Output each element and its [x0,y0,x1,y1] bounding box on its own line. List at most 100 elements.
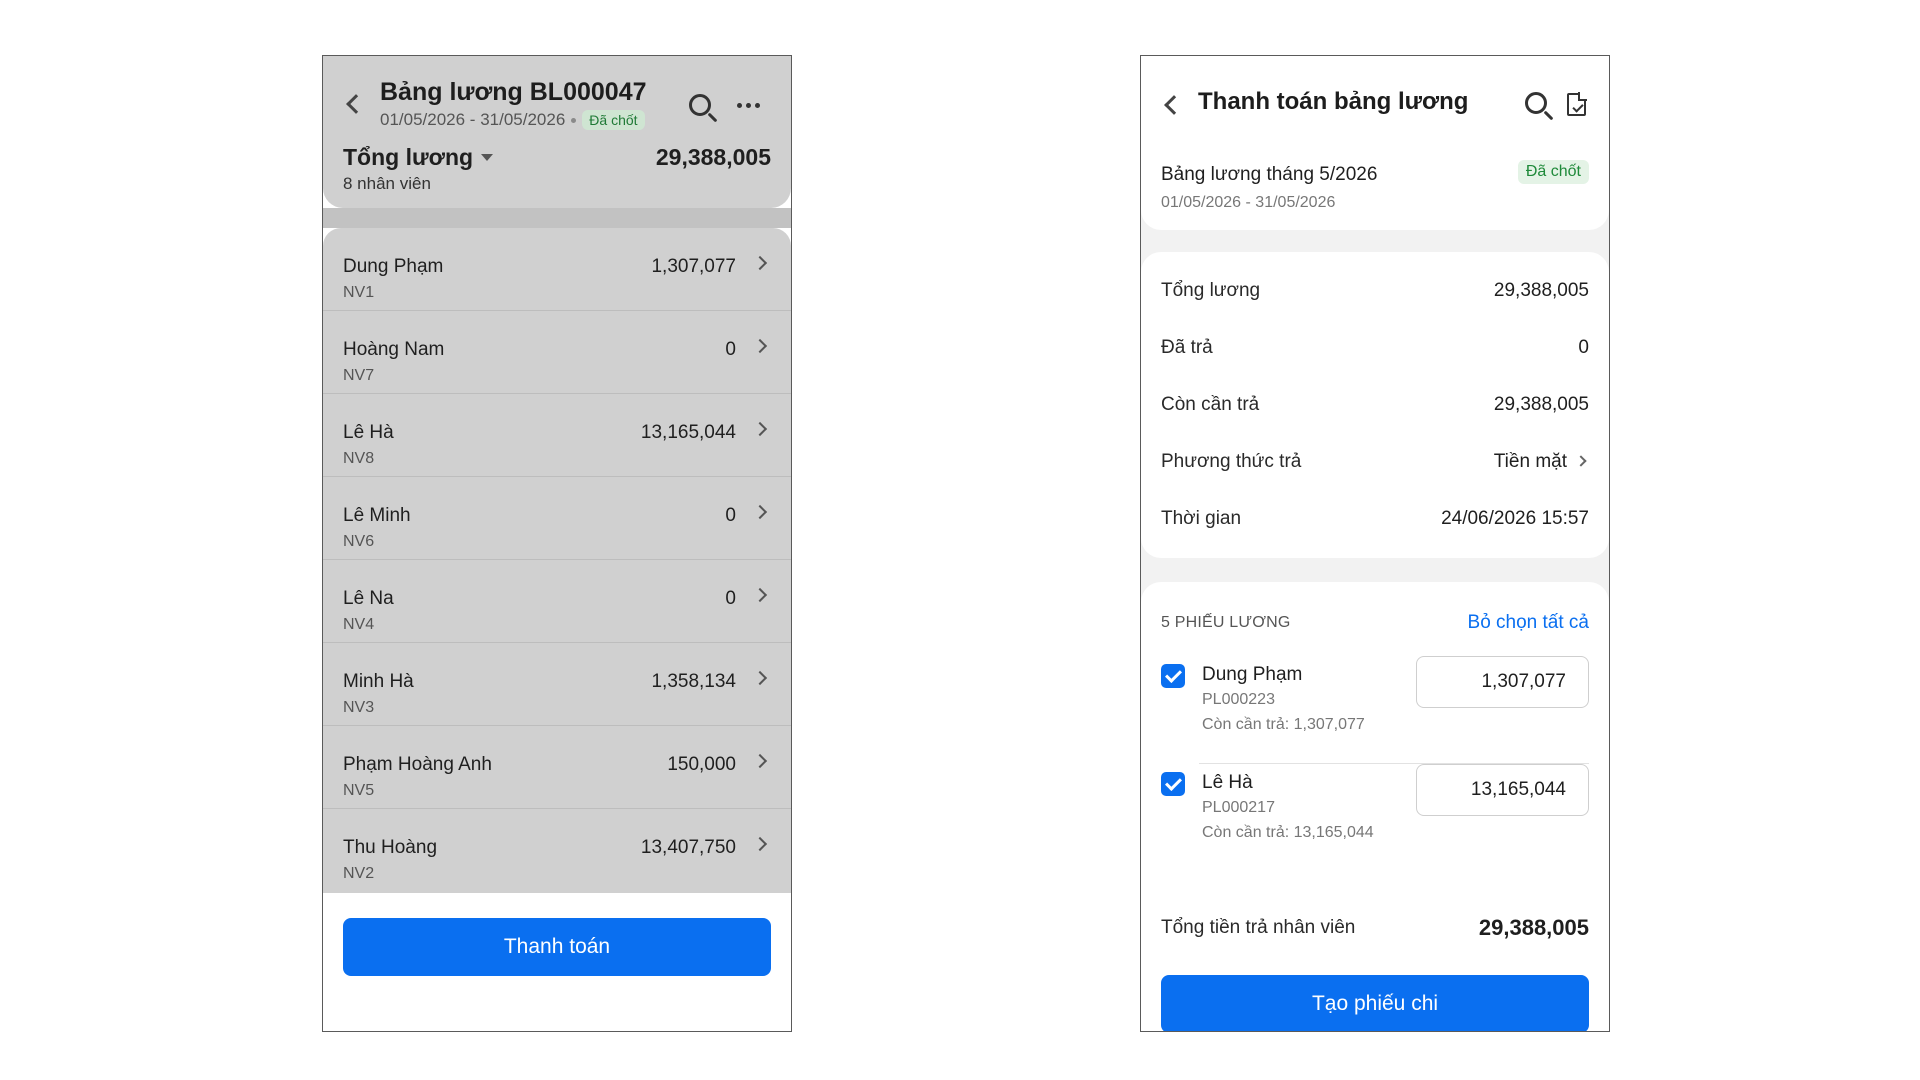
employee-amount: 1,307,077 [651,256,736,277]
payslip-checkbox[interactable] [1161,772,1185,796]
deselect-all-link[interactable]: Bỏ chọn tất cả [1468,612,1589,634]
payroll-footer: Thanh toán [323,893,791,1031]
chevron-right-icon [1575,455,1587,467]
payroll-period-dates: 01/05/2026 - 31/05/2026 [1161,194,1336,211]
employee-name: Hoàng Nam [343,339,445,360]
employee-name: Thu Hoàng [343,837,438,858]
employee-amount: 150,000 [667,754,736,775]
payslip-employee-name: Dung Phạm [1202,664,1303,685]
more-icon[interactable] [737,103,760,108]
chevron-right-icon [752,338,768,354]
summary-row-remaining: Còn cần trả 29,388,005 [1161,394,1589,424]
payslip-code: PL000223 [1202,691,1275,708]
chevron-right-icon [752,255,768,271]
payment-time-row[interactable]: Thời gian 24/06/2026 15:57 [1161,508,1589,538]
chevron-right-icon [752,670,768,686]
chevron-right-icon [752,504,768,520]
summary-label: Thời gian [1161,508,1242,529]
payment-header: Thanh toán bảng lương [1141,56,1609,138]
payslip-item: Lê Hà PL000217 Còn cần trả: 13,165,044 [1141,764,1609,872]
employee-code: NV3 [343,699,375,716]
payslip-employee-name: Lê Hà [1202,772,1253,793]
employee-code: NV8 [343,450,375,467]
employee-name: Lê Hà [343,422,394,443]
payslip-amount-input[interactable] [1416,764,1589,816]
payslips-heading: 5 PHIẾU LƯƠNG [1161,614,1291,631]
separator-dot [571,117,577,123]
employee-row[interactable]: Lê Minh NV6 0 [323,477,791,560]
payslip-amount-input[interactable] [1416,656,1589,708]
payslip-remaining: Còn cần trả: 13,165,044 [1202,824,1374,841]
employee-row[interactable]: Thu Hoàng NV2 13,407,750 [323,809,791,892]
payment-method-selector[interactable]: Phương thức trả Tiền mặt [1161,451,1589,481]
payroll-period-title: Bảng lương tháng 5/2026 [1161,164,1378,185]
employee-count: 8 nhân viên [343,174,431,193]
chevron-right-icon [752,421,768,437]
total-salary-dropdown[interactable]: Tổng lương [343,144,494,171]
employee-code: NV7 [343,367,375,384]
payment-total-footer: Tổng tiền trả nhân viên 29,388,005 Tạo p… [1141,893,1609,1031]
chevron-right-icon [752,587,768,603]
summary-value: 29,388,005 [1493,394,1589,415]
create-payment-voucher-button[interactable]: Tạo phiếu chi [1161,975,1589,1031]
employee-row[interactable]: Phạm Hoàng Anh NV5 150,000 [323,726,791,809]
employee-amount: 13,165,044 [640,422,736,443]
employee-name: Phạm Hoàng Anh [343,754,492,775]
employee-amount: 0 [725,588,736,609]
search-icon[interactable] [1525,92,1547,114]
back-icon[interactable] [1164,95,1184,115]
summary-label: Đã trả [1161,337,1213,358]
employee-name: Lê Minh [343,505,411,526]
payment-time-value: 24/06/2026 15:57 [1441,508,1589,529]
employee-name: Minh Hà [343,671,414,692]
chevron-right-icon [752,753,768,769]
total-salary-value: 29,388,005 [655,144,771,170]
export-document-icon[interactable] [1567,92,1587,116]
search-icon[interactable] [689,94,711,116]
employee-amount: 0 [725,339,736,360]
caret-down-icon [481,154,494,161]
payslip-remaining: Còn cần trả: 1,307,077 [1202,716,1365,733]
employee-row[interactable]: Hoàng Nam NV7 0 [323,311,791,394]
summary-label: Còn cần trả [1161,394,1260,415]
employee-code: NV4 [343,616,375,633]
employee-list: Dung Phạm NV1 1,307,077 Hoàng Nam NV7 0 … [323,228,791,893]
payment-method-value: Tiền mặt [1493,451,1567,472]
total-payment-value: 29,388,005 [1478,915,1589,940]
total-payment-label: Tổng tiền trả nhân viên [1161,917,1356,938]
summary-label: Phương thức trả [1161,451,1302,472]
payslip-code: PL000217 [1202,799,1275,816]
summary-value: 0 [1578,337,1589,358]
payment-summary-card: Tổng lương 29,388,005 Đã trả 0 Còn cần t… [1141,252,1609,558]
payroll-subtitle: 01/05/2026 - 31/05/2026 Đã chốt [380,110,645,130]
total-salary-label: Tổng lương [343,144,474,170]
payroll-period-card: Bảng lương tháng 5/2026 01/05/2026 - 31/… [1141,138,1609,230]
employee-row[interactable]: Lê Hà NV8 13,165,044 [323,394,791,477]
summary-value: 29,388,005 [1493,280,1589,301]
employee-amount: 13,407,750 [640,837,736,858]
back-icon[interactable] [346,94,366,114]
employee-amount: 0 [725,505,736,526]
status-badge: Đã chốt [582,110,645,130]
employee-row[interactable]: Minh Hà NV3 1,358,134 [323,643,791,726]
status-badge: Đã chốt [1517,160,1589,184]
employee-name: Lê Na [343,588,394,609]
payroll-title: Bảng lương BL000047 [380,78,647,106]
employee-code: NV1 [343,284,375,301]
payroll-detail-screen: Bảng lương BL000047 01/05/2026 - 31/05/2… [322,55,792,1032]
pay-button[interactable]: Thanh toán [343,918,771,976]
employee-row[interactable]: Lê Na NV4 0 [323,560,791,643]
employee-code: NV6 [343,533,375,550]
payroll-payment-screen: Thanh toán bảng lương Bảng lương tháng 5… [1140,55,1610,1032]
employee-code: NV2 [343,865,375,882]
summary-row-paid: Đã trả 0 [1161,337,1589,367]
employee-amount: 1,358,134 [651,671,736,692]
summary-row-total: Tổng lương 29,388,005 [1161,280,1589,310]
section-gap [323,208,791,228]
employee-name: Dung Phạm [343,256,444,277]
employee-code: NV5 [343,782,375,799]
summary-label: Tổng lương [1161,280,1261,301]
payslip-item: Dung Phạm PL000223 Còn cần trả: 1,307,07… [1141,656,1609,764]
payslip-checkbox[interactable] [1161,664,1185,688]
employee-row[interactable]: Dung Phạm NV1 1,307,077 [323,228,791,311]
